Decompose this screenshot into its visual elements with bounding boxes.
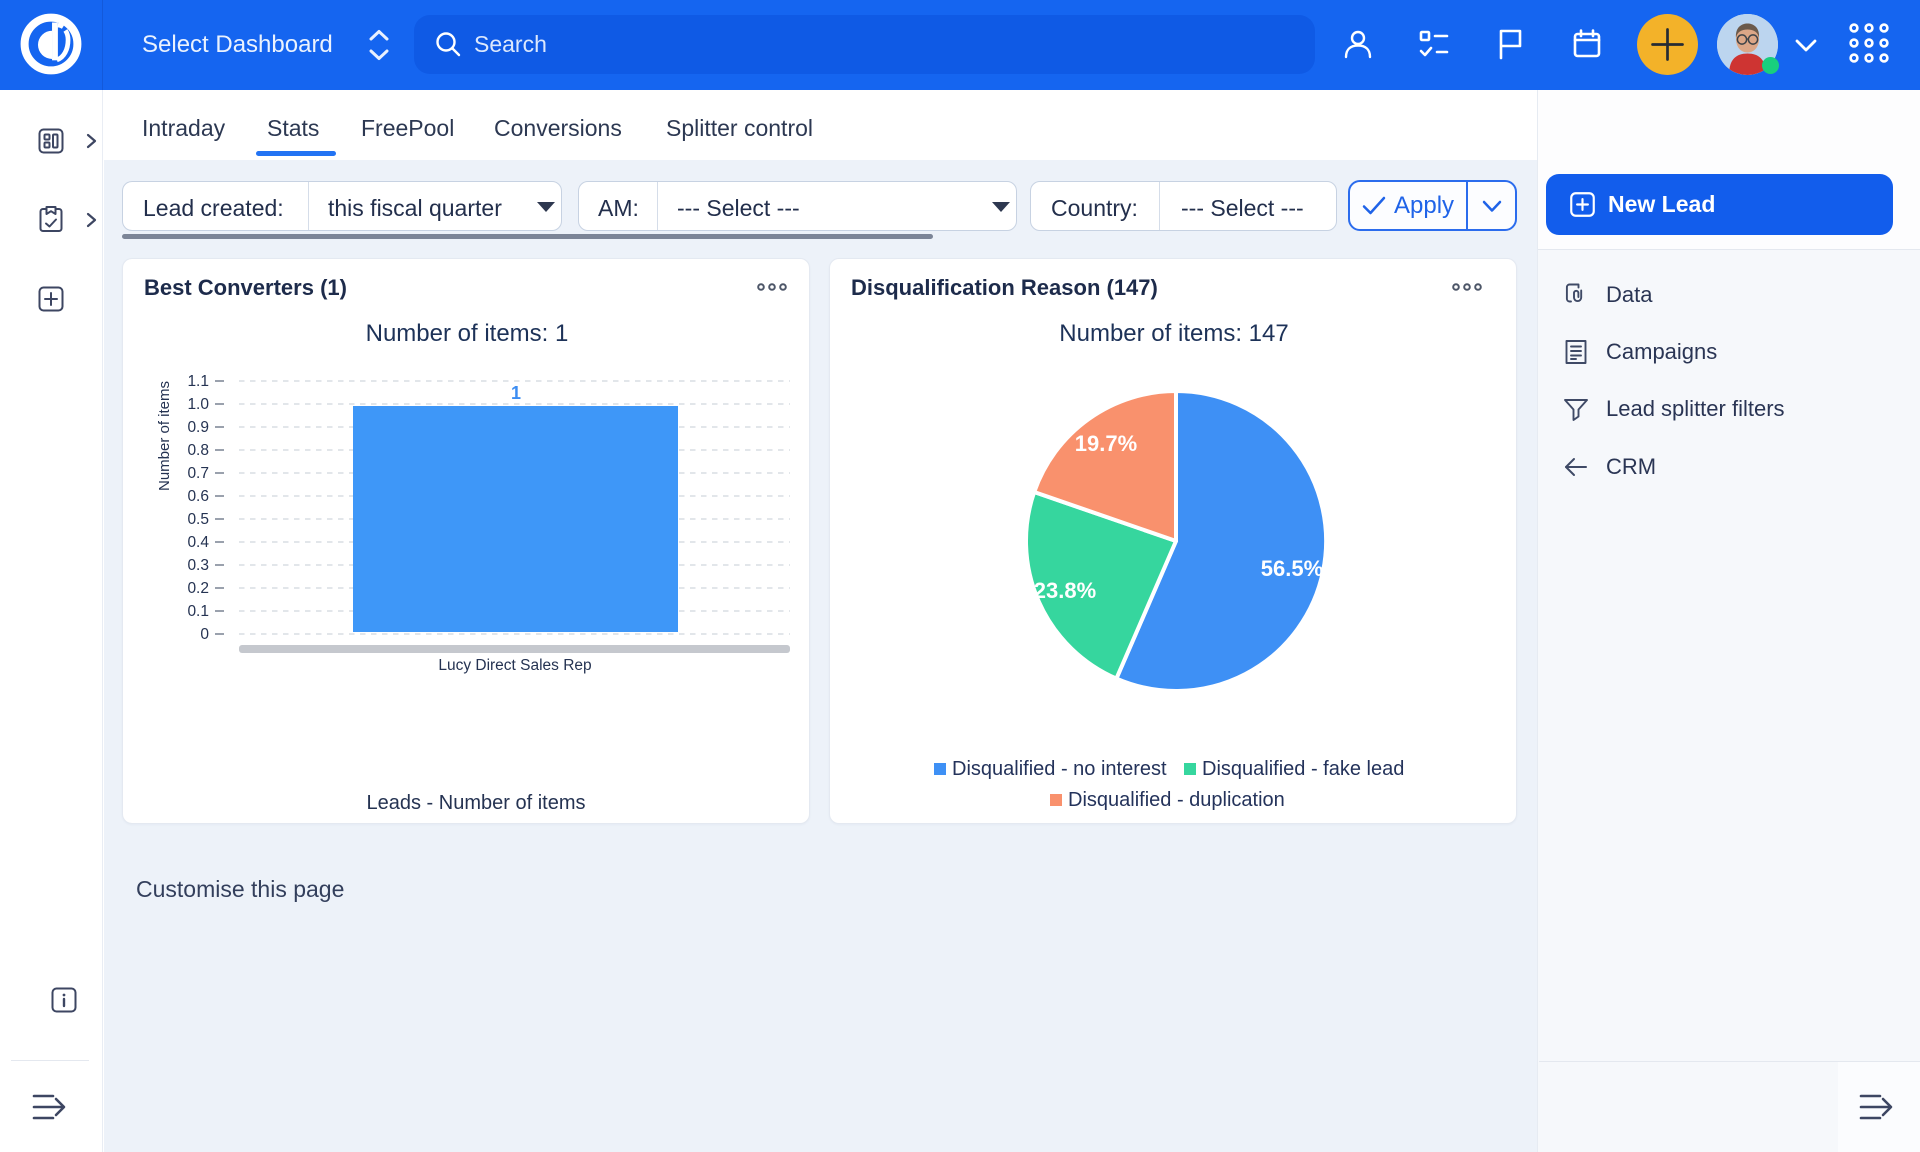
svg-text:1.1: 1.1 <box>187 373 209 390</box>
svg-text:0: 0 <box>200 626 209 643</box>
svg-text:56.5%: 56.5% <box>1261 556 1323 581</box>
svg-text:Disqualified - no interest: Disqualified - no interest <box>952 758 1167 780</box>
svg-text:1: 1 <box>511 383 521 403</box>
svg-text:Leads - Number of items: Leads - Number of items <box>367 792 586 814</box>
svg-text:0.5: 0.5 <box>187 511 209 528</box>
svg-text:0.6: 0.6 <box>187 488 209 505</box>
svg-text:0.4: 0.4 <box>187 534 209 551</box>
svg-text:19.7%: 19.7% <box>1075 431 1137 456</box>
svg-text:0.2: 0.2 <box>187 580 209 597</box>
svg-text:0.1: 0.1 <box>187 603 209 620</box>
svg-text:1.0: 1.0 <box>187 396 209 413</box>
svg-text:23.8%: 23.8% <box>1034 578 1096 603</box>
svg-text:Lucy Direct Sales Rep: Lucy Direct Sales Rep <box>438 657 591 674</box>
svg-text:Number of items: Number of items <box>156 381 173 491</box>
svg-text:Disqualified - fake lead: Disqualified - fake lead <box>1202 758 1404 780</box>
svg-text:0.7: 0.7 <box>187 465 209 482</box>
svg-text:0.9: 0.9 <box>187 419 209 436</box>
svg-text:Number of items: 147: Number of items: 147 <box>1059 320 1288 347</box>
svg-text:Number of items: 1: Number of items: 1 <box>366 320 569 347</box>
svg-text:0.8: 0.8 <box>187 442 209 459</box>
svg-text:Disqualified - duplication: Disqualified - duplication <box>1068 789 1285 811</box>
svg-text:0.3: 0.3 <box>187 557 209 574</box>
